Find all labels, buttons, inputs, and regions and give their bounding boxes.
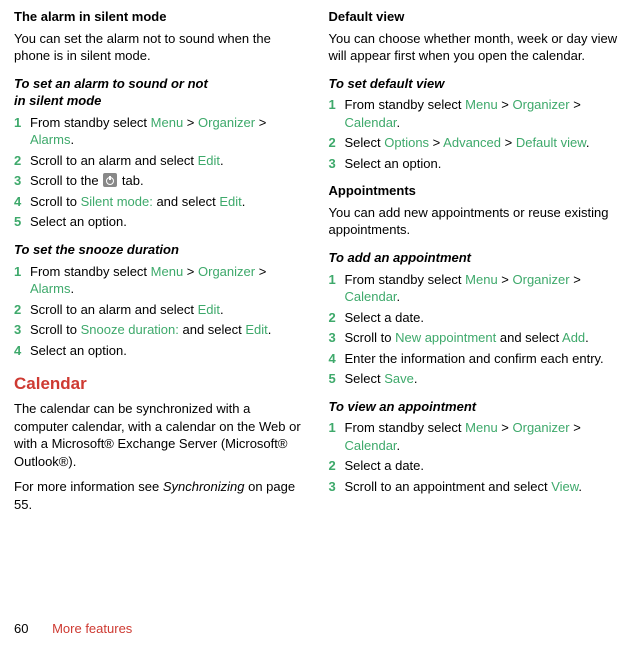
list-item: 5Select Save.: [329, 370, 620, 388]
menu-label: Menu: [465, 97, 498, 112]
list-item: 2Scroll to an alarm and select Edit.: [14, 301, 305, 319]
list-item: 3Scroll to New appointment and select Ad…: [329, 329, 620, 347]
alarm-silent-section: The alarm in silent mode You can set the…: [14, 8, 305, 65]
menu-label: Menu: [151, 264, 184, 279]
step-list: 1From standby select Menu > Organizer > …: [329, 96, 620, 172]
menu-label: Menu: [151, 115, 184, 130]
list-item: 1From standby select Menu > Organizer > …: [329, 419, 620, 454]
set-alarm-silent-section: To set an alarm to sound or notin silent…: [14, 75, 305, 231]
menu-label: Alarms: [30, 132, 70, 147]
menu-label: Organizer: [513, 272, 570, 287]
calendar-heading: Calendar: [14, 373, 305, 396]
page-footer: 60 More features: [14, 620, 132, 638]
body-text: The calendar can be synchronized with a …: [14, 400, 305, 470]
right-column: Default view You can choose whether mont…: [329, 8, 620, 518]
snooze-duration-section: To set the snooze duration 1From standby…: [14, 241, 305, 359]
step-list: 1From standby select Menu > Organizer > …: [329, 419, 620, 495]
menu-label: Edit: [198, 302, 220, 317]
list-item: 3Scroll to Snooze duration: and select E…: [14, 321, 305, 339]
list-item: 3Scroll to an appointment and select Vie…: [329, 478, 620, 496]
section-heading: Appointments: [329, 182, 620, 200]
list-item: 4Enter the information and confirm each …: [329, 350, 620, 368]
list-item: 2Scroll to an alarm and select Edit.: [14, 152, 305, 170]
list-item: 1From standby select Menu > Organizer > …: [14, 263, 305, 298]
section-name: More features: [52, 621, 132, 636]
list-item: 5Select an option.: [14, 213, 305, 231]
menu-label: Menu: [465, 272, 498, 287]
menu-label: Default view: [516, 135, 586, 150]
menu-label: Silent mode:: [81, 194, 153, 209]
section-heading: Default view: [329, 8, 620, 26]
menu-label: Menu: [465, 420, 498, 435]
left-column: The alarm in silent mode You can set the…: [14, 8, 305, 518]
list-item: 2Select Options > Advanced > Default vie…: [329, 134, 620, 152]
menu-label: Organizer: [198, 264, 255, 279]
menu-label: Advanced: [443, 135, 501, 150]
list-item: 4Scroll to Silent mode: and select Edit.: [14, 193, 305, 211]
step-list: 1From standby select Menu > Organizer > …: [14, 114, 305, 231]
list-item: 3Scroll to the tab.: [14, 172, 305, 190]
menu-label: Organizer: [513, 420, 570, 435]
list-item: 4Select an option.: [14, 342, 305, 360]
list-item: 1From standby select Menu > Organizer > …: [329, 96, 620, 131]
task-heading: To set default view: [329, 75, 620, 93]
step-list: 1From standby select Menu > Organizer > …: [329, 271, 620, 388]
section-heading: The alarm in silent mode: [14, 8, 305, 26]
body-text: You can set the alarm not to sound when …: [14, 30, 305, 65]
menu-label: Edit: [219, 194, 241, 209]
menu-label: View: [551, 479, 578, 494]
menu-label: Organizer: [198, 115, 255, 130]
list-item: 1From standby select Menu > Organizer > …: [329, 271, 620, 306]
menu-label: Save: [384, 371, 414, 386]
task-heading: To set an alarm to sound or notin silent…: [14, 75, 305, 110]
menu-label: Snooze duration:: [81, 322, 179, 337]
body-text: For more information see Synchronizing o…: [14, 478, 305, 513]
menu-label: Edit: [198, 153, 220, 168]
add-appointment-section: To add an appointment 1From standby sele…: [329, 249, 620, 388]
menu-label: New appointment: [395, 330, 496, 345]
menu-label: Calendar: [345, 438, 397, 453]
list-item: 1From standby select Menu > Organizer > …: [14, 114, 305, 149]
view-appointment-section: To view an appointment 1From standby sel…: [329, 398, 620, 496]
list-item: 3Select an option.: [329, 155, 620, 173]
menu-label: Calendar: [345, 289, 397, 304]
menu-label: Edit: [245, 322, 267, 337]
task-heading: To add an appointment: [329, 249, 620, 267]
body-text: You can choose whether month, week or da…: [329, 30, 620, 65]
body-text: You can add new appointments or reuse ex…: [329, 204, 620, 239]
menu-label: Calendar: [345, 115, 397, 130]
appointments-section: Appointments You can add new appointment…: [329, 182, 620, 239]
menu-label: Alarms: [30, 281, 70, 296]
step-list: 1From standby select Menu > Organizer > …: [14, 263, 305, 360]
task-heading: To view an appointment: [329, 398, 620, 416]
clock-tab-icon: [103, 173, 117, 187]
list-item: 2Select a date.: [329, 309, 620, 327]
task-heading: To set the snooze duration: [14, 241, 305, 259]
menu-label: Organizer: [513, 97, 570, 112]
page-content: The alarm in silent mode You can set the…: [0, 0, 633, 518]
list-item: 2Select a date.: [329, 457, 620, 475]
set-default-view-section: To set default view 1From standby select…: [329, 75, 620, 173]
menu-label: Add: [562, 330, 585, 345]
page-number: 60: [14, 621, 28, 636]
menu-label: Options: [384, 135, 429, 150]
default-view-section: Default view You can choose whether mont…: [329, 8, 620, 65]
